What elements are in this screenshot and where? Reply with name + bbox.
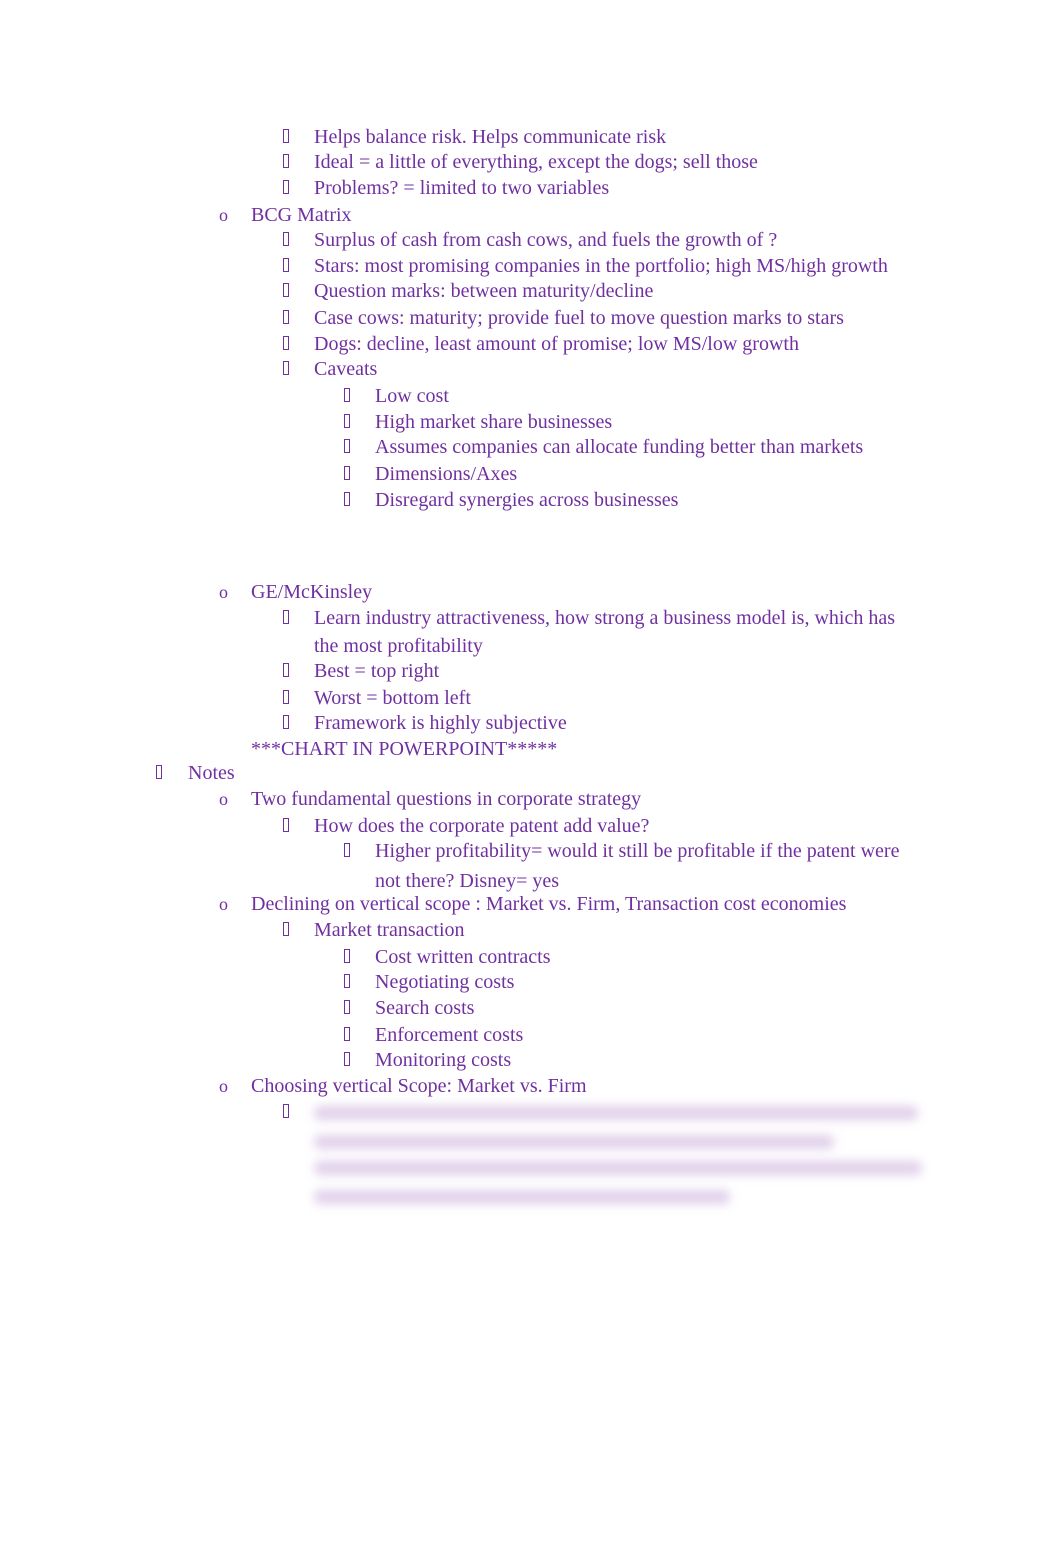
list-item-text: Search costs bbox=[375, 997, 475, 1019]
circle-bullet-icon: o bbox=[219, 1076, 228, 1096]
circle-bullet-icon: o bbox=[219, 205, 228, 225]
circle-bullet-icon: o bbox=[219, 894, 228, 914]
list-item-text: Enforcement costs bbox=[375, 1024, 524, 1046]
list-item-text: Choosing vertical Scope: Market vs. Firm bbox=[251, 1075, 587, 1097]
list-item-text: Dimensions/Axes bbox=[375, 463, 518, 485]
list-item-text: Learn industry attractiveness, how stron… bbox=[314, 607, 895, 629]
list-item-text: Market transaction bbox=[314, 919, 465, 941]
list-item-text: Disregard synergies across businesses bbox=[375, 489, 679, 511]
list-item-text: Stars: most promising companies in the p… bbox=[314, 255, 888, 277]
list-item-text: Framework is highly subjective bbox=[314, 712, 567, 734]
square-bullet-icon bbox=[283, 258, 289, 272]
list-item-text: Helps balance risk. Helps communicate ri… bbox=[314, 126, 667, 148]
square-bullet-icon bbox=[344, 949, 350, 963]
list-item-text: Higher profitability= would it still be … bbox=[375, 840, 900, 862]
list-item-text: Monitoring costs bbox=[375, 1049, 512, 1071]
square-bullet-icon bbox=[283, 129, 289, 143]
square-bullet-icon bbox=[344, 1027, 350, 1041]
square-bullet-icon bbox=[344, 974, 350, 988]
square-bullet-icon bbox=[283, 922, 289, 936]
blurred-text bbox=[314, 1190, 730, 1204]
list-item-text: Declining on vertical scope : Market vs.… bbox=[251, 893, 847, 915]
square-bullet-icon bbox=[283, 232, 289, 246]
square-bullet-icon bbox=[283, 180, 289, 194]
list-item-text: Best = top right bbox=[314, 660, 440, 682]
blurred-text bbox=[314, 1161, 922, 1175]
list-item-text: Dogs: decline, least amount of promise; … bbox=[314, 333, 799, 355]
list-item-text: ***CHART IN POWERPOINT***** bbox=[251, 738, 558, 760]
square-bullet-icon bbox=[344, 492, 350, 506]
square-bullet-icon bbox=[156, 765, 162, 779]
list-item-text: not there? Disney= yes bbox=[375, 870, 560, 892]
square-bullet-icon bbox=[283, 663, 289, 677]
blurred-text bbox=[314, 1106, 918, 1120]
square-bullet-icon bbox=[283, 154, 289, 168]
list-item-text: the most profitability bbox=[314, 635, 483, 657]
list-item-text: Question marks: between maturity/decline bbox=[314, 280, 654, 302]
square-bullet-icon bbox=[344, 466, 350, 480]
blurred-text bbox=[314, 1135, 834, 1149]
square-bullet-icon bbox=[283, 283, 289, 297]
square-bullet-icon bbox=[283, 361, 289, 375]
list-item-text: Problems? = limited to two variables bbox=[314, 177, 610, 199]
square-bullet-icon bbox=[344, 388, 350, 402]
list-item-text: Cost written contracts bbox=[375, 946, 551, 968]
list-item-text: Negotiating costs bbox=[375, 971, 515, 993]
list-item-text: GE/McKinsley bbox=[251, 581, 373, 603]
square-bullet-icon bbox=[283, 336, 289, 350]
square-bullet-icon bbox=[283, 310, 289, 324]
square-bullet-icon bbox=[344, 1052, 350, 1066]
list-item-text: BCG Matrix bbox=[251, 204, 352, 226]
list-item-text: How does the corporate patent add value? bbox=[314, 815, 650, 837]
square-bullet-icon bbox=[283, 690, 289, 704]
square-bullet-icon bbox=[344, 843, 350, 857]
list-item-text: Surplus of cash from cash cows, and fuel… bbox=[314, 229, 778, 251]
list-item-text: High market share businesses bbox=[375, 411, 613, 433]
list-item-text: Worst = bottom left bbox=[314, 687, 471, 709]
list-item-text: Assumes companies can allocate funding b… bbox=[375, 436, 864, 458]
square-bullet-icon bbox=[283, 1104, 289, 1118]
square-bullet-icon bbox=[344, 414, 350, 428]
circle-bullet-icon: o bbox=[219, 789, 228, 809]
list-item-text: Two fundamental questions in corporate s… bbox=[251, 788, 642, 810]
list-item-text: Caveats bbox=[314, 358, 378, 380]
list-item-text: Low cost bbox=[375, 385, 449, 407]
list-item-text: Case cows: maturity; provide fuel to mov… bbox=[314, 307, 844, 329]
square-bullet-icon bbox=[344, 1000, 350, 1014]
square-bullet-icon bbox=[344, 439, 350, 453]
square-bullet-icon bbox=[283, 610, 289, 624]
square-bullet-icon bbox=[283, 818, 289, 832]
circle-bullet-icon: o bbox=[219, 582, 228, 602]
list-item-text: Notes bbox=[188, 762, 235, 784]
square-bullet-icon bbox=[283, 715, 289, 729]
list-item-text: Ideal = a little of everything, except t… bbox=[314, 151, 758, 173]
